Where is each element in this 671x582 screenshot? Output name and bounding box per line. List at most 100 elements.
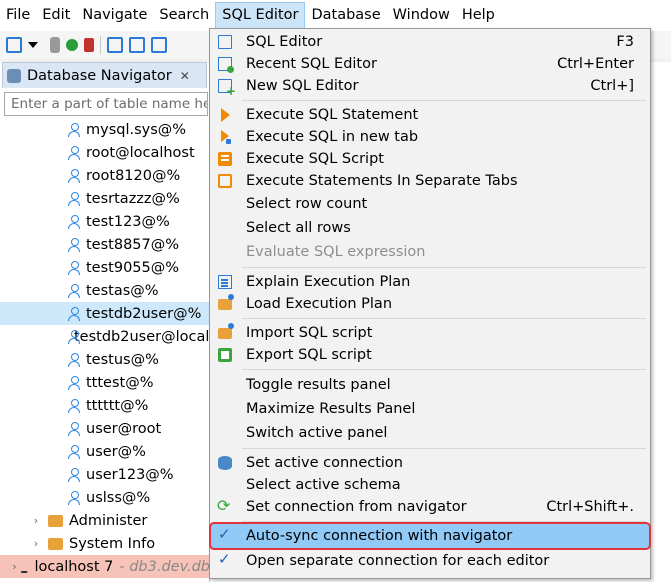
menu-item-export-sql-script[interactable]: Export SQL script bbox=[210, 344, 650, 366]
menu-help[interactable]: Help bbox=[456, 2, 501, 29]
connection-icon bbox=[20, 560, 31, 573]
menu-item-load-execution-plan[interactable]: Load Execution Plan bbox=[210, 293, 650, 315]
menu-item-new-sql-editor[interactable]: New SQL EditorCtrl+] bbox=[210, 75, 650, 98]
tree-item-user[interactable]: testas@% bbox=[0, 279, 210, 302]
user-icon bbox=[68, 444, 80, 459]
tree-item-user[interactable]: testus@% bbox=[0, 348, 210, 371]
tree-item-user[interactable]: mysql.sys@% bbox=[0, 118, 210, 141]
menu-item-maximize-results-panel[interactable]: Maximize Results Panel bbox=[210, 398, 650, 420]
tree-item-user[interactable]: testdb2user@localhost bbox=[0, 325, 241, 348]
new-connection-icon[interactable] bbox=[6, 37, 22, 53]
menu-item-evaluate-sql-expression: Evaluate SQL expression bbox=[246, 244, 426, 260]
menu-item-set-active-connection[interactable]: Set active connection bbox=[210, 452, 650, 474]
chevron-right-icon[interactable]: › bbox=[12, 560, 17, 573]
menu-window[interactable]: Window bbox=[387, 2, 456, 29]
menu-separator bbox=[242, 318, 646, 319]
chevron-down-icon[interactable] bbox=[28, 42, 38, 48]
menu-item-set-connection-from-navigator[interactable]: Set connection from navigatorCtrl+Shift+… bbox=[210, 496, 650, 518]
user-label: user@% bbox=[86, 443, 146, 460]
import-script-icon bbox=[218, 323, 234, 339]
user-icon bbox=[68, 306, 80, 321]
tree-item-user[interactable]: root8120@% bbox=[0, 164, 210, 187]
menu-item-execute-sql-statement[interactable]: Execute SQL Statement bbox=[210, 104, 650, 126]
tree-item-user[interactable]: tesrtazzz@% bbox=[0, 187, 210, 210]
user-label: tttttt@% bbox=[86, 397, 149, 414]
menu-item-select-all-rows[interactable]: Select all rows bbox=[210, 217, 650, 239]
chevron-right-icon[interactable]: › bbox=[30, 514, 42, 527]
user-icon bbox=[68, 375, 80, 390]
menu-separator bbox=[242, 448, 646, 449]
menu-separator bbox=[242, 100, 646, 101]
chevron-right-icon[interactable]: › bbox=[30, 537, 42, 550]
tree-item-user[interactable]: user123@% bbox=[0, 463, 210, 486]
tree-item-system-info[interactable]: › System Info bbox=[0, 532, 210, 555]
menu-search[interactable]: Search bbox=[153, 2, 215, 29]
menu-item-explain-execution-plan[interactable]: Explain Execution Plan bbox=[210, 271, 650, 293]
tree-item-user[interactable]: user@root bbox=[0, 417, 210, 440]
menu-edit[interactable]: Edit bbox=[36, 2, 76, 29]
menu-item-switch-active-panel[interactable]: Switch active panel bbox=[210, 422, 650, 444]
toolbar-separator bbox=[100, 36, 101, 54]
new-sql-editor-icon bbox=[218, 79, 236, 98]
user-label: testus@% bbox=[86, 351, 159, 368]
tree-item-user[interactable]: tttttt@% bbox=[0, 394, 210, 417]
menu-file[interactable]: File bbox=[0, 2, 36, 29]
table-filter-input[interactable]: Enter a part of table name here bbox=[4, 92, 208, 116]
user-label: uslss@% bbox=[86, 489, 151, 506]
user-icon bbox=[68, 122, 80, 137]
menu-item-recent-sql-editor[interactable]: Recent SQL Editor Ctrl+Enter bbox=[210, 53, 650, 75]
tree-item-user-selected[interactable]: testdb2user@% bbox=[0, 302, 210, 325]
menu-navigate[interactable]: Navigate bbox=[76, 2, 153, 29]
check-icon bbox=[218, 525, 232, 543]
menu-item-toggle-results-panel[interactable]: Toggle results panel bbox=[210, 374, 650, 396]
menu-item-import-sql-script[interactable]: Import SQL script bbox=[210, 322, 650, 344]
menu-item-execute-sql-new-tab[interactable]: Execute SQL in new tab bbox=[210, 126, 650, 148]
export-script-icon bbox=[218, 348, 232, 362]
tree-item-user[interactable]: uslss@% bbox=[0, 486, 210, 509]
menu-separator bbox=[242, 267, 646, 268]
new-sql-toolbar-icon[interactable] bbox=[151, 37, 167, 53]
sql-editor-toolbar-icon[interactable] bbox=[107, 37, 123, 53]
tree-item-user[interactable]: tttest@% bbox=[0, 371, 210, 394]
plug-icon[interactable] bbox=[50, 37, 60, 53]
connection-label: localhost 7 bbox=[34, 558, 114, 575]
execute-separate-tabs-icon bbox=[218, 174, 232, 188]
menu-item-execute-separate-tabs[interactable]: Execute Statements In Separate Tabs bbox=[210, 170, 650, 192]
tree-item-user[interactable]: root@localhost bbox=[0, 141, 210, 164]
user-label: user@root bbox=[86, 420, 162, 437]
menu-item-auto-sync-connection[interactable]: Auto-sync connection with navigator bbox=[209, 522, 651, 550]
menu-item-select-active-schema[interactable]: Select active schema bbox=[210, 474, 650, 496]
user-label: tttest@% bbox=[86, 374, 154, 391]
close-icon[interactable]: ✕ bbox=[180, 69, 190, 83]
disconnect-icon[interactable] bbox=[84, 38, 94, 52]
menu-sql-editor[interactable]: SQL Editor bbox=[215, 2, 306, 29]
tab-database-navigator[interactable]: Database Navigator ✕ bbox=[2, 62, 207, 88]
active-connection-icon bbox=[218, 456, 232, 470]
user-label: test123@% bbox=[86, 213, 170, 230]
recent-sql-editor-icon bbox=[218, 57, 234, 73]
tree-item-user[interactable]: test8857@% bbox=[0, 233, 210, 256]
tree-item-user[interactable]: test9055@% bbox=[0, 256, 210, 279]
user-label: user123@% bbox=[86, 466, 174, 483]
connect-icon[interactable] bbox=[66, 39, 78, 51]
user-label: test8857@% bbox=[86, 236, 180, 253]
menu-item-execute-sql-script[interactable]: Execute SQL Script bbox=[210, 148, 650, 170]
user-label: testdb2user@% bbox=[86, 305, 202, 322]
tree-item-administer[interactable]: › Administer bbox=[0, 509, 210, 532]
menu-separator bbox=[242, 369, 646, 370]
tree-item-connection[interactable]: › localhost 7 - db3.dev.db bbox=[0, 555, 210, 578]
menu-database[interactable]: Database bbox=[305, 2, 386, 29]
execute-statement-icon bbox=[221, 108, 230, 122]
tab-title: Database Navigator bbox=[27, 67, 172, 84]
menu-item-open-separate-connection[interactable]: Open separate connection for each editor bbox=[210, 550, 650, 572]
menu-item-sql-editor[interactable]: SQL Editor F3 bbox=[210, 31, 650, 53]
folder-icon bbox=[48, 514, 63, 527]
tree-item-user[interactable]: test123@% bbox=[0, 210, 210, 233]
recent-sql-toolbar-icon[interactable] bbox=[129, 37, 145, 53]
user-icon bbox=[68, 467, 80, 482]
menu-item-select-row-count[interactable]: Select row count bbox=[210, 193, 650, 215]
user-icon bbox=[68, 352, 80, 367]
tree-item-user[interactable]: user@% bbox=[0, 440, 210, 463]
user-icon bbox=[68, 398, 80, 413]
folder-label: Administer bbox=[69, 512, 148, 529]
